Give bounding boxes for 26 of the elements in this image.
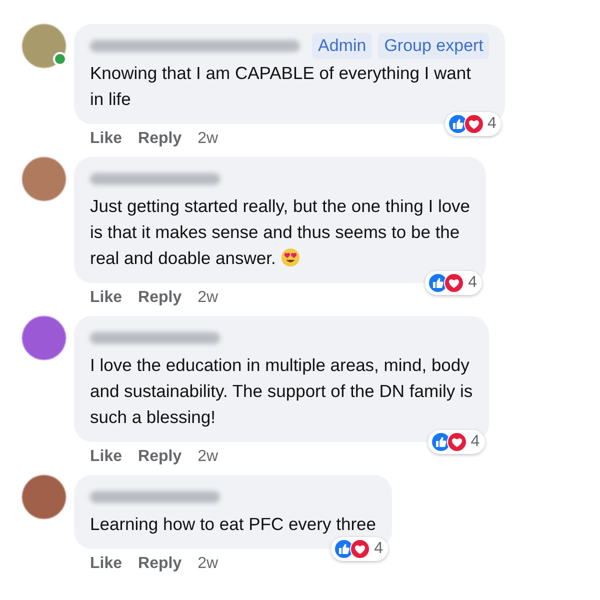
reaction-badge[interactable]: 4 (425, 271, 482, 295)
reaction-badge[interactable]: 4 (331, 537, 388, 561)
avatar[interactable] (22, 157, 66, 201)
timestamp: 2w (198, 130, 218, 148)
avatar[interactable] (22, 316, 66, 360)
reaction-badge[interactable]: 4 (444, 112, 502, 136)
timestamp: 2w (198, 448, 218, 466)
comment-text: Just getting started really, but the one thing I love is that it makes sense and thus seems to be the real and doable answer. (90, 195, 470, 270)
like-link[interactable]: Like (90, 130, 122, 148)
reply-link[interactable]: Reply (138, 130, 182, 148)
reaction-badge[interactable]: 4 (428, 430, 485, 454)
comment-text: Learning how to eat PFC every three (90, 513, 376, 536)
reply-link[interactable]: Reply (138, 289, 182, 307)
reply-link[interactable]: Reply (138, 555, 182, 573)
role-badge: Admin (312, 33, 372, 59)
like-link[interactable]: Like (90, 289, 122, 307)
timestamp: 2w (198, 289, 218, 307)
like-link[interactable]: Like (90, 555, 122, 573)
timestamp: 2w (198, 555, 218, 573)
reply-link[interactable]: Reply (138, 448, 182, 466)
comment-text: I love the education in multiple areas, mind, body and sustainability. The support of the DN family is such a blessing! (90, 354, 473, 429)
avatar[interactable] (22, 475, 66, 519)
like-link[interactable]: Like (90, 448, 122, 466)
role-badge: Group expert (378, 33, 490, 59)
comment-text: Knowing that I am CAPABLE of everything I want in life (90, 62, 472, 111)
avatar[interactable] (22, 24, 66, 68)
